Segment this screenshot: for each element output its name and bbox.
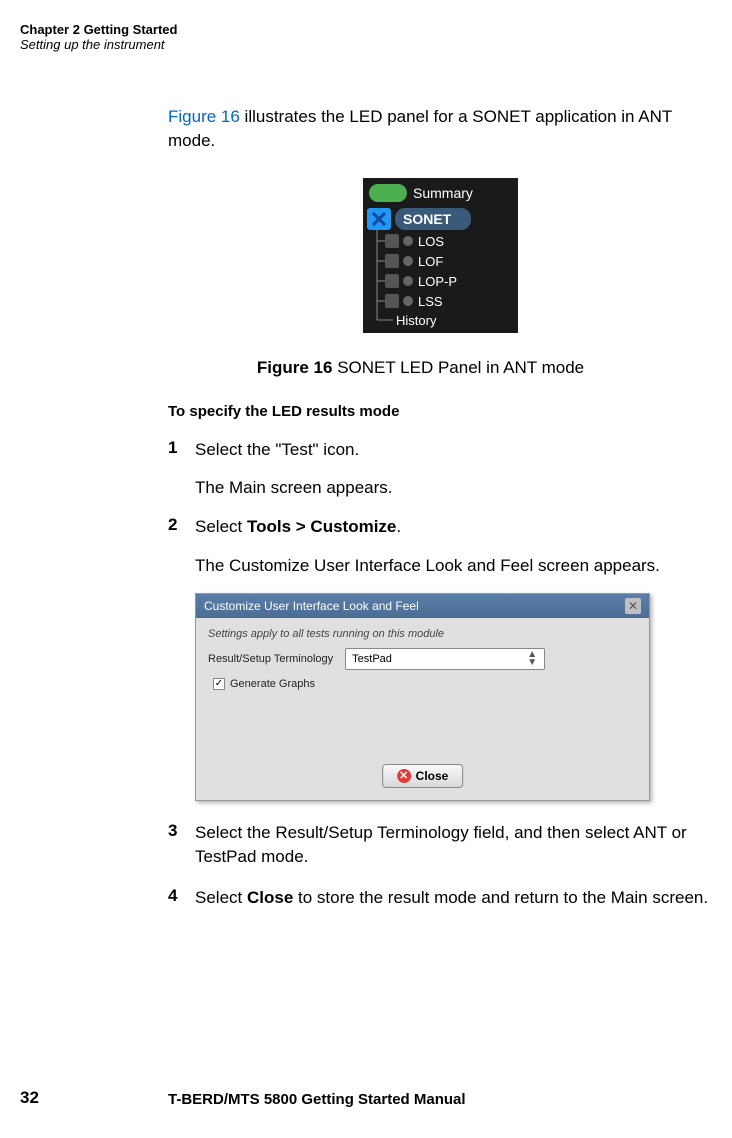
step-text: Select the "Test" icon. (195, 438, 359, 462)
dialog-screenshot: Customize User Interface Look and Feel ✕… (195, 593, 713, 801)
step-number: 4 (168, 886, 195, 910)
generate-graphs-row: ✓ Generate Graphs (213, 678, 637, 690)
summary-label: Summary (413, 185, 473, 201)
close-button[interactable]: ✕ Close (382, 764, 464, 788)
generate-graphs-label: Generate Graphs (230, 678, 315, 690)
close-button-label: Close (416, 769, 449, 783)
step-number: 2 (168, 515, 195, 539)
footer-manual-title: T-BERD/MTS 5800 Getting Started Manual (168, 1091, 466, 1108)
customize-dialog: Customize User Interface Look and Feel ✕… (195, 593, 650, 801)
chapter-title: Chapter 2 Getting Started (20, 22, 177, 37)
led-panel-figure: Summary SONET LOS LOF LOP-P (363, 178, 518, 338)
terminology-dropdown[interactable]: TestPad ▲▼ (345, 648, 545, 670)
dialog-body: Settings apply to all tests running on t… (196, 618, 649, 800)
page-number: 32 (20, 1088, 39, 1108)
dialog-title: Customize User Interface Look and Feel (204, 599, 419, 613)
step-1-follow: The Main screen appears. (195, 476, 713, 500)
terminology-row: Result/Setup Terminology TestPad ▲▼ (208, 648, 637, 670)
history-label: History (396, 313, 437, 328)
figure-text: SONET LED Panel in ANT mode (332, 358, 584, 377)
step-1: 1 Select the "Test" icon. (168, 438, 713, 462)
step-text: Select Tools > Customize. (195, 515, 401, 539)
lss-label: LSS (418, 294, 443, 309)
page-header: Chapter 2 Getting Started Setting up the… (20, 22, 177, 52)
procedure-heading: To specify the LED results mode (168, 403, 713, 420)
intro-text: illustrates the LED panel for a SONET ap… (168, 107, 672, 150)
figure-link[interactable]: Figure 16 (168, 107, 240, 126)
step-text: Select Close to store the result mode an… (195, 886, 708, 910)
close-x-icon: ✕ (397, 769, 411, 783)
terminology-label: Result/Setup Terminology (208, 653, 333, 665)
figure-caption: Figure 16 SONET LED Panel in ANT mode (128, 358, 713, 378)
step-2-follow: The Customize User Interface Look and Fe… (195, 554, 713, 578)
section-title: Setting up the instrument (20, 37, 177, 52)
step-2: 2 Select Tools > Customize. (168, 515, 713, 539)
lopp-label: LOP-P (418, 274, 457, 289)
step-number: 1 (168, 438, 195, 462)
dropdown-value: TestPad (352, 653, 392, 665)
sonet-label: SONET (403, 211, 452, 227)
los-label: LOS (418, 234, 444, 249)
generate-graphs-checkbox[interactable]: ✓ (213, 678, 225, 690)
intro-paragraph: Figure 16 illustrates the LED panel for … (168, 105, 713, 153)
step-4: 4 Select Close to store the result mode … (168, 886, 713, 910)
step-text: Select the Result/Setup Terminology fiel… (195, 821, 713, 869)
figure-number: Figure 16 (257, 358, 333, 377)
main-content: Figure 16 illustrates the LED panel for … (168, 105, 713, 925)
dialog-note: Settings apply to all tests running on t… (208, 628, 637, 640)
sonet-led-panel-image: Summary SONET LOS LOF LOP-P (363, 178, 518, 333)
spinner-icon: ▲▼ (526, 651, 538, 667)
lof-label: LOF (418, 254, 443, 269)
step-3: 3 Select the Result/Setup Terminology fi… (168, 821, 713, 869)
close-icon[interactable]: ✕ (625, 598, 641, 614)
dialog-titlebar: Customize User Interface Look and Feel ✕ (196, 594, 649, 618)
step-number: 3 (168, 821, 195, 869)
